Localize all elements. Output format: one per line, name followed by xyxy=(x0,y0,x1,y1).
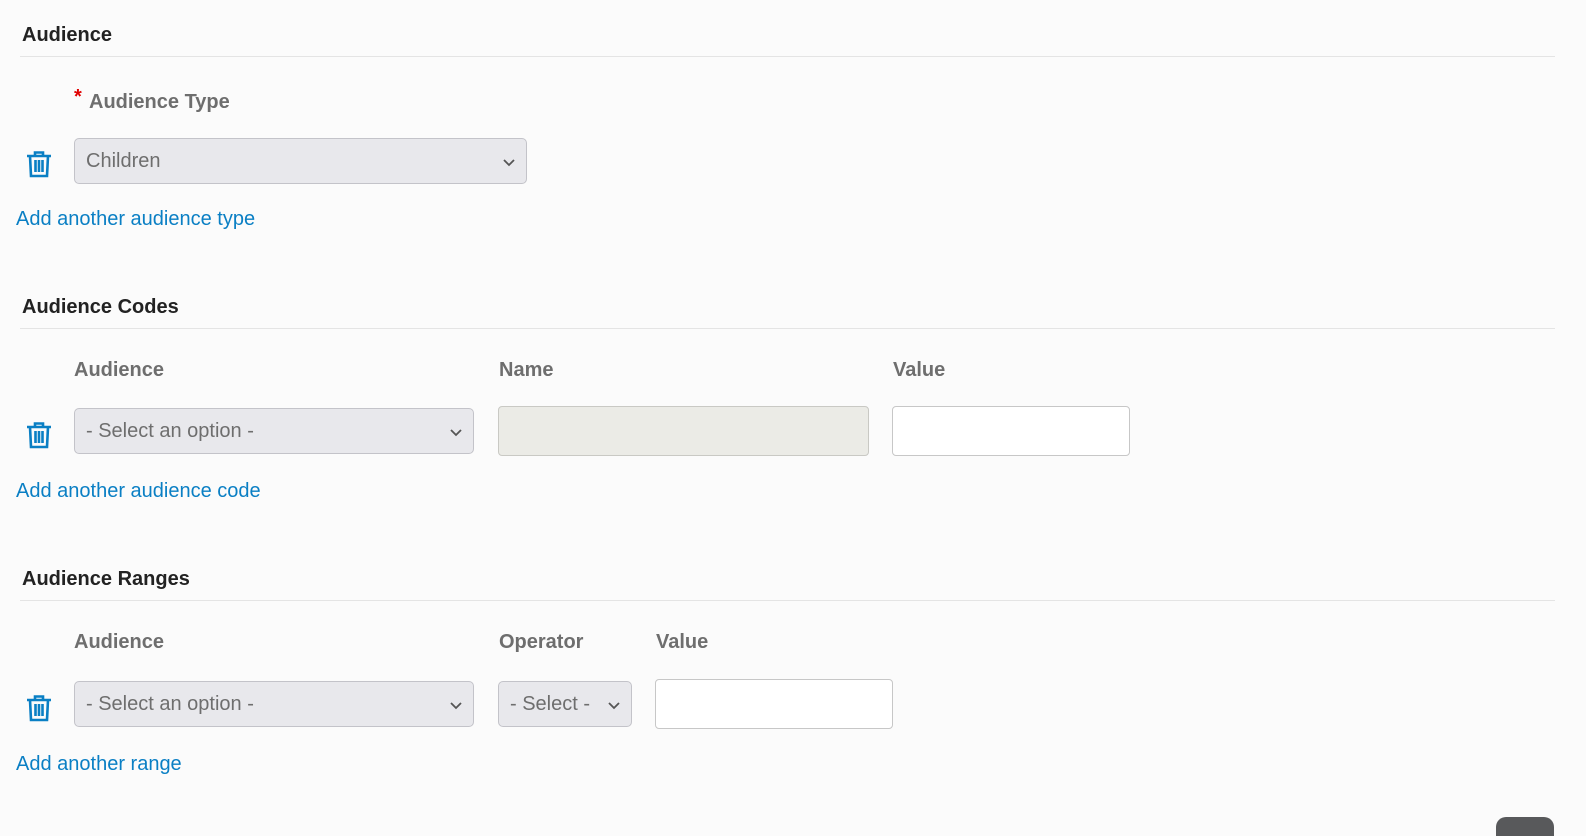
codes-value-column-label: Value xyxy=(893,359,946,381)
add-range-link[interactable]: Add another range xyxy=(16,753,182,776)
codes-audience-select[interactable]: - Select an option - xyxy=(74,408,474,454)
audience-form: Audience * Audience Type Children Add an… xyxy=(0,0,1586,836)
ranges-audience-select[interactable]: - Select an option - xyxy=(74,681,474,727)
ranges-value-column-label: Value xyxy=(656,631,709,653)
audience-type-select-value: Children xyxy=(86,150,161,172)
section-divider xyxy=(20,56,1555,57)
add-audience-type-link[interactable]: Add another audience type xyxy=(16,208,255,231)
codes-name-column-label: Name xyxy=(499,359,554,381)
add-audience-code-link[interactable]: Add another audience code xyxy=(16,480,261,503)
chevron-down-icon xyxy=(608,702,620,710)
ranges-operator-column-label: Operator xyxy=(499,631,584,653)
trash-icon[interactable] xyxy=(26,150,52,178)
required-marker: * xyxy=(74,86,82,108)
chevron-down-icon xyxy=(450,702,462,710)
ranges-operator-select-value: - Select - xyxy=(510,693,591,715)
codes-value-field[interactable] xyxy=(892,406,1130,456)
audience-type-label: Audience Type xyxy=(89,91,230,113)
section-divider xyxy=(20,328,1555,329)
ranges-audience-column-label: Audience xyxy=(74,631,165,653)
chevron-down-icon xyxy=(503,159,515,167)
audience-type-select[interactable]: Children xyxy=(74,138,527,184)
chevron-down-icon xyxy=(450,429,462,437)
audience-codes-section-title: Audience Codes xyxy=(22,296,179,318)
floating-button[interactable] xyxy=(1496,817,1554,836)
codes-name-field xyxy=(498,406,869,456)
ranges-audience-select-value: - Select an option - xyxy=(86,693,254,715)
ranges-value-field[interactable] xyxy=(655,679,893,729)
ranges-operator-select[interactable]: - Select - xyxy=(498,681,632,727)
audience-ranges-section-title: Audience Ranges xyxy=(22,568,190,590)
codes-audience-column-label: Audience xyxy=(74,359,165,381)
trash-icon[interactable] xyxy=(26,421,52,449)
codes-audience-select-value: - Select an option - xyxy=(86,420,254,442)
audience-section-title: Audience xyxy=(22,24,113,46)
trash-icon[interactable] xyxy=(26,694,52,722)
section-divider xyxy=(20,600,1555,601)
